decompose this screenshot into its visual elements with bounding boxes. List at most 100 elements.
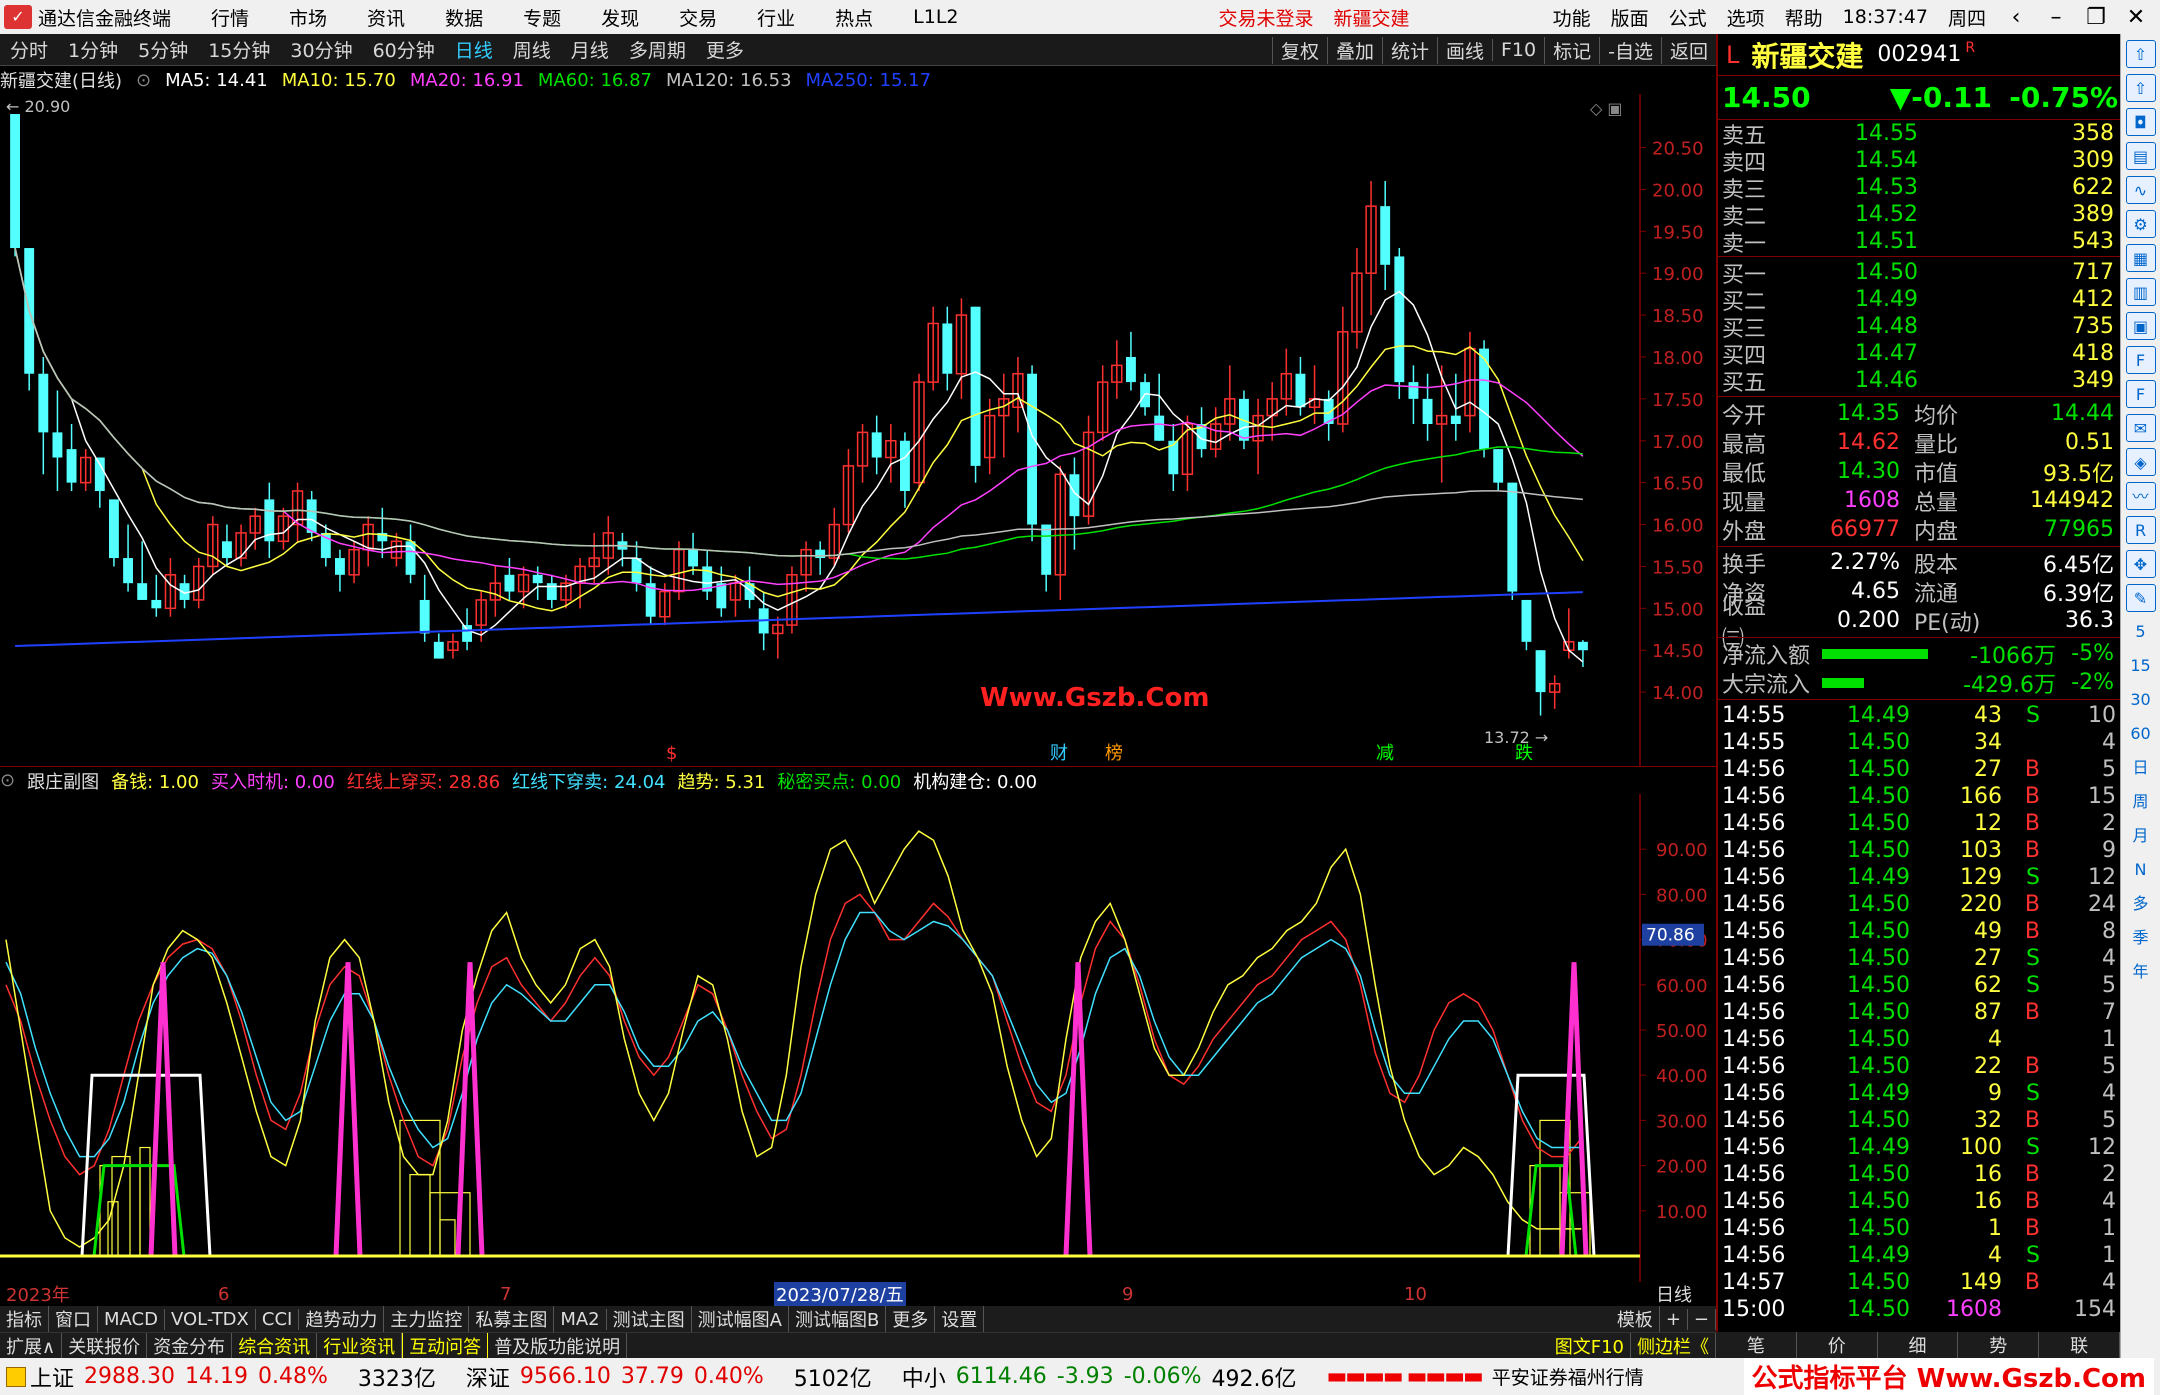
menu-bangzhu[interactable]: 帮助 (1785, 4, 1823, 31)
sidebar-period-2[interactable]: 30 (2126, 686, 2156, 714)
f10-tab[interactable]: 图文F10 (1549, 1333, 1631, 1358)
indicator-tab-7[interactable]: 私募主图 (469, 1306, 555, 1332)
menu-hangye[interactable]: 行业 (757, 4, 795, 31)
gear-icon[interactable]: ⚙ (2125, 210, 2156, 238)
chart-tool-5[interactable]: 标记 (1544, 36, 1599, 64)
info-tab-1[interactable]: 关联报价 (62, 1333, 148, 1358)
chart-tool-0[interactable]: 复权 (1271, 36, 1327, 64)
page-icon[interactable]: ▦ (2125, 244, 2156, 272)
sub-settings-icon[interactable]: ⊙ (0, 770, 15, 791)
menu-gongshi[interactable]: 公式 (1669, 4, 1707, 31)
info-tab-5[interactable]: 互动问答 (402, 1333, 489, 1358)
info-tab-4[interactable]: 行业资讯 (317, 1333, 403, 1358)
indicator-tab-2[interactable]: MACD (98, 1308, 165, 1330)
minimize-icon[interactable]: – (2038, 5, 2074, 30)
event-marker[interactable]: 跌 (1515, 743, 1533, 764)
close-icon[interactable]: ✕ (2118, 5, 2154, 30)
period-tab-10[interactable]: 更多 (696, 36, 754, 63)
chart-corner-icon[interactable]: ◇ ▣ (1590, 99, 1623, 118)
indicator-tab-10[interactable]: 测试幅图A (692, 1306, 789, 1332)
chart-icon[interactable]: ∿ (2125, 176, 2156, 204)
arrow-up-icon[interactable]: ⇧ (2125, 74, 2156, 102)
zoom-in-button[interactable]: + (1660, 1308, 1688, 1330)
period-tab-3[interactable]: 15分钟 (198, 36, 280, 63)
period-tab-6[interactable]: 日线 (445, 36, 503, 63)
zoom-out-button[interactable]: − (1688, 1308, 1716, 1330)
template-button[interactable]: 模板 (1611, 1306, 1660, 1332)
indicator-tab-4[interactable]: CCI (256, 1308, 300, 1330)
quote-tab-4[interactable]: 联 (2039, 1332, 2120, 1358)
menu-redian[interactable]: 热点 (835, 4, 873, 31)
menu-zixun[interactable]: 资讯 (367, 4, 405, 31)
sidebar-period-7[interactable]: N (2126, 856, 2156, 884)
quote-tab-2[interactable]: 细 (1878, 1332, 1959, 1358)
fund-icon[interactable]: ▣ (2125, 312, 2156, 340)
menu-xuanxiang[interactable]: 选项 (1727, 4, 1765, 31)
sidebar-period-0[interactable]: 5 (2126, 618, 2156, 646)
menu-hangqing[interactable]: 行情 (211, 4, 249, 31)
menu-shuju[interactable]: 数据 (445, 4, 483, 31)
bell-icon[interactable]: ◘ (2125, 108, 2156, 136)
quote-tab-1[interactable]: 价 (1797, 1332, 1878, 1358)
wave-icon[interactable]: 〰 (2125, 482, 2156, 510)
sidebar-period-3[interactable]: 60 (2126, 720, 2156, 748)
sidebar-toggle[interactable]: 侧边栏《 (1631, 1333, 1716, 1358)
indicator-tab-1[interactable]: 窗口 (49, 1306, 98, 1332)
f2-icon[interactable]: F (2125, 380, 2156, 408)
list-icon[interactable]: ▤ (2125, 142, 2156, 170)
cube-icon[interactable]: ◈ (2125, 448, 2156, 476)
sidebar-period-4[interactable]: 日 (2126, 754, 2156, 782)
period-tab-2[interactable]: 5分钟 (128, 36, 198, 63)
move-icon[interactable]: ✥ (2125, 550, 2156, 578)
menu-gongneng[interactable]: 功能 (1553, 4, 1591, 31)
restore-icon[interactable]: ❐ (2078, 5, 2114, 30)
quote-tab-3[interactable]: 势 (1958, 1332, 2040, 1358)
back-icon[interactable]: ‹ (1998, 5, 2034, 30)
menu-banmian[interactable]: 版面 (1611, 4, 1649, 31)
period-tab-7[interactable]: 周线 (503, 36, 561, 63)
indicator-tab-3[interactable]: VOL-TDX (165, 1308, 256, 1330)
menu-jiaoyi[interactable]: 交易 (679, 4, 717, 31)
period-tab-5[interactable]: 60分钟 (363, 36, 445, 63)
menu-l1l2[interactable]: L1L2 (913, 6, 958, 28)
chart-tool-1[interactable]: 叠加 (1326, 36, 1382, 64)
sidebar-period-1[interactable]: 15 (2126, 652, 2156, 680)
sidebar-period-8[interactable]: 多 (2126, 890, 2156, 918)
indicator-tab-8[interactable]: MA2 (554, 1308, 607, 1330)
arrow-up-icon[interactable]: ⇧ (2125, 40, 2156, 68)
chart-tool-3[interactable]: 画线 (1436, 36, 1492, 64)
sidebar-period-10[interactable]: 年 (2126, 958, 2156, 986)
info-tab-6[interactable]: 普及版功能说明 (488, 1333, 628, 1358)
pen-icon[interactable]: ✎ (2125, 584, 2156, 612)
event-marker[interactable]: 财 (1050, 743, 1068, 764)
quote-tab-0[interactable]: 笔 (1716, 1332, 1797, 1358)
chart-tool-6[interactable]: -自选 (1599, 36, 1661, 64)
chart-tool-7[interactable]: 返回 (1660, 36, 1716, 64)
info-tab-3[interactable]: 综合资讯 (232, 1333, 318, 1358)
event-marker[interactable]: $ (666, 743, 677, 764)
chat-icon[interactable]: ✉ (2125, 414, 2156, 442)
indicator-tab-0[interactable]: 指标 (0, 1306, 49, 1332)
menu-zhuanti[interactable]: 专题 (523, 4, 561, 31)
indicator-tab-5[interactable]: 趋势动力 (299, 1306, 385, 1332)
sidebar-period-9[interactable]: 季 (2126, 924, 2156, 952)
sz-label[interactable]: 深证 (466, 1361, 510, 1393)
chart-settings-icon[interactable]: ⊙ (136, 70, 151, 91)
event-marker[interactable]: 榜 (1105, 743, 1123, 764)
sidebar-period-6[interactable]: 月 (2126, 822, 2156, 850)
sh-label[interactable]: 上证 (30, 1361, 74, 1393)
indicator-tab-13[interactable]: 设置 (935, 1306, 985, 1332)
indicator-tab-11[interactable]: 测试幅图B (789, 1306, 887, 1332)
rsi-icon[interactable]: R (2125, 516, 2156, 544)
indicator-tab-6[interactable]: 主力监控 (384, 1306, 470, 1332)
period-tab-8[interactable]: 月线 (561, 36, 619, 63)
chart-tool-4[interactable]: F10 (1492, 39, 1544, 61)
menu-faxian[interactable]: 发现 (601, 4, 639, 31)
sub-indicator-chart[interactable]: 10.0020.0030.0040.0050.0060.0070.0080.00… (0, 794, 1716, 1282)
grid-icon[interactable]: ▥ (2125, 278, 2156, 306)
info-tab-0[interactable]: 扩展∧ (0, 1333, 63, 1358)
info-tab-2[interactable]: 资金分布 (147, 1333, 233, 1358)
indicator-tab-9[interactable]: 测试主图 (607, 1306, 692, 1332)
period-tab-4[interactable]: 30分钟 (280, 36, 362, 63)
menu-shichang[interactable]: 市场 (289, 4, 327, 31)
